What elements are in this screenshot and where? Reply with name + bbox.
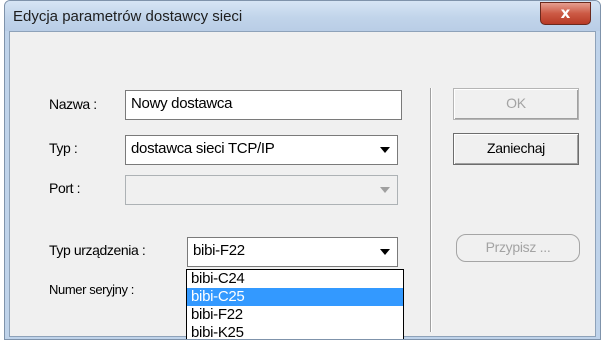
type-label: Typ :	[49, 140, 78, 156]
type-dropdown-arrow-icon[interactable]	[375, 139, 394, 160]
dropdown-option-selected[interactable]: bibi-C25	[187, 288, 403, 306]
assign-button[interactable]: Przypisz ...	[456, 234, 580, 262]
ok-button[interactable]: OK	[453, 88, 579, 120]
dropdown-option[interactable]: bibi-K25	[187, 324, 403, 339]
device-type-dropdown-list[interactable]: bibi-C24 bibi-C25 bibi-F22 bibi-K25	[186, 269, 404, 339]
device-type-label: Typ urządzenia :	[49, 242, 146, 258]
name-input[interactable]: Nowy dostawca	[125, 90, 402, 120]
device-type-dropdown-arrow-icon[interactable]	[375, 241, 394, 262]
dialog-window: Edycja parametrów dostawcy sieci x Nazwa…	[4, 0, 601, 340]
name-label: Nazwa :	[49, 96, 97, 112]
type-select-value: dostawca sieci TCP/IP	[131, 140, 275, 157]
device-type-select[interactable]: bibi-F22	[187, 237, 398, 267]
serial-label: Numer seryjny :	[49, 282, 135, 297]
close-button[interactable]: x	[540, 2, 591, 25]
window-title: Edycja parametrów dostawcy sieci	[13, 8, 243, 25]
dropdown-option[interactable]: bibi-F22	[187, 306, 403, 324]
name-input-value: Nowy dostawca	[131, 95, 233, 112]
dropdown-option[interactable]: bibi-C24	[187, 270, 403, 288]
device-type-select-value: bibi-F22	[193, 242, 245, 259]
close-icon: x	[560, 4, 571, 22]
port-select	[125, 175, 398, 205]
cancel-button[interactable]: Zaniechaj	[453, 133, 579, 165]
port-dropdown-arrow-icon	[375, 179, 394, 200]
title-bar[interactable]: Edycja parametrów dostawcy sieci x	[5, 1, 600, 31]
type-select[interactable]: dostawca sieci TCP/IP	[125, 135, 398, 165]
vertical-separator	[430, 88, 432, 332]
port-label: Port :	[49, 180, 81, 196]
